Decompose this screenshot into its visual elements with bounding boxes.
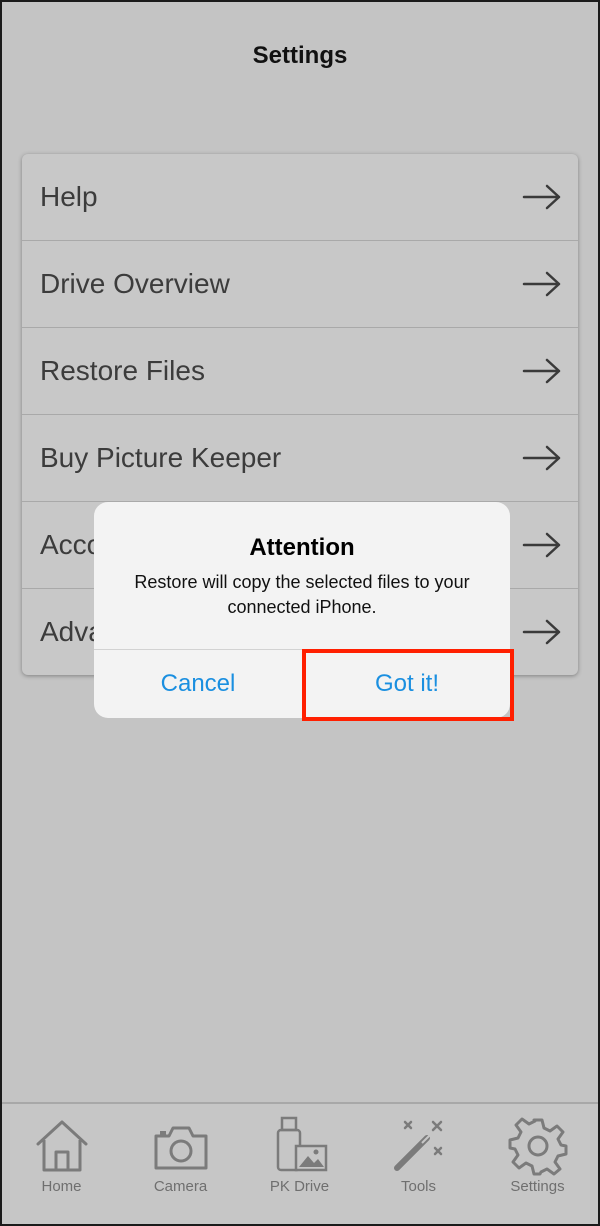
tab-label: Tools xyxy=(400,1178,437,1195)
dialog-message: Restore will copy the selected files to … xyxy=(134,572,470,617)
app-screen: Settings Help Drive Overview Restore Fil… xyxy=(0,0,600,1226)
menu-item-label: Help xyxy=(40,181,98,212)
magic-wand-icon xyxy=(393,1120,442,1171)
menu-item-drive-overview[interactable]: Drive Overview xyxy=(22,241,578,328)
dialog-title: Attention xyxy=(249,534,355,561)
got-it-button[interactable]: Got it! xyxy=(303,650,510,718)
tab-bar: Home Camera PK Drive Tools Settings xyxy=(2,1102,598,1224)
arrow-right-icon xyxy=(522,358,561,384)
tab-settings[interactable]: Settings xyxy=(478,1104,597,1224)
arrow-right-icon xyxy=(522,184,561,210)
camera-icon xyxy=(154,1126,207,1170)
arrow-right-icon xyxy=(522,532,561,558)
tab-pk-drive[interactable]: PK Drive xyxy=(240,1104,359,1224)
pk-drive-icon xyxy=(276,1116,327,1172)
tab-label: Settings xyxy=(510,1178,565,1195)
menu-item-help[interactable]: Help xyxy=(22,154,578,241)
tab-label: Camera xyxy=(153,1178,208,1195)
tab-label: Home xyxy=(41,1178,82,1195)
arrow-right-icon xyxy=(522,271,561,297)
gear-icon xyxy=(508,1117,567,1176)
tab-tools[interactable]: Tools xyxy=(359,1104,478,1224)
tab-home[interactable]: Home xyxy=(2,1104,121,1224)
page-title: Settings xyxy=(252,42,348,69)
tab-camera[interactable]: Camera xyxy=(121,1104,240,1224)
menu-item-label: Acco xyxy=(40,529,103,560)
arrow-right-icon xyxy=(522,619,561,645)
menu-item-restore-files[interactable]: Restore Files xyxy=(22,328,578,415)
cancel-button[interactable]: Cancel xyxy=(94,650,302,718)
menu-item-label: Drive Overview xyxy=(40,268,230,299)
arrow-right-icon xyxy=(522,445,561,471)
menu-item-label: Buy Picture Keeper xyxy=(40,442,282,473)
tab-label: PK Drive xyxy=(269,1178,330,1195)
attention-dialog: Attention Restore will copy the selected… xyxy=(94,502,510,718)
menu-item-buy-picture-keeper[interactable]: Buy Picture Keeper xyxy=(22,415,578,502)
menu-item-label: Restore Files xyxy=(40,355,205,386)
home-icon xyxy=(36,1120,87,1172)
